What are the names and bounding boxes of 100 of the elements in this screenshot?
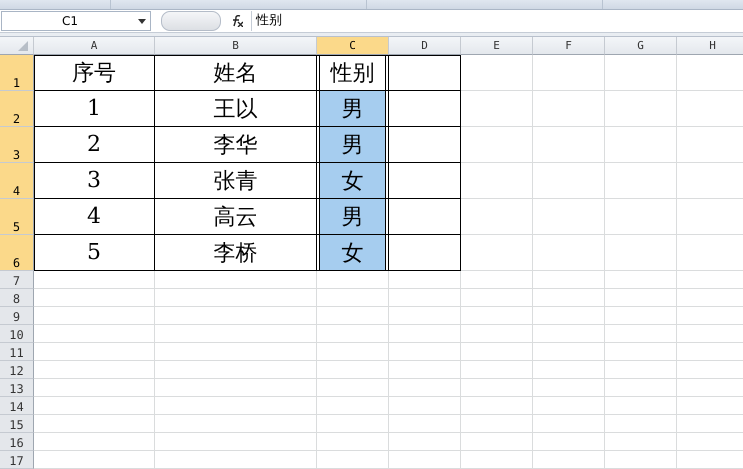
table-cell: 姓名: [155, 55, 317, 91]
empty-cell: [317, 325, 389, 343]
empty-cell: [605, 415, 677, 433]
caret-icon[interactable]: [138, 19, 146, 24]
row-header[interactable]: 15: [0, 415, 34, 433]
empty-cell: [605, 379, 677, 397]
empty-cell: [317, 307, 389, 325]
empty-cell: [605, 343, 677, 361]
empty-cell: [389, 271, 461, 289]
row-header[interactable]: 4: [0, 163, 34, 199]
column-header[interactable]: C: [317, 37, 389, 55]
table-cell: 女: [317, 235, 389, 271]
empty-cell: [461, 361, 533, 379]
table-cell: 5: [34, 235, 155, 271]
empty-cell: [389, 289, 461, 307]
row-header[interactable]: 11: [0, 343, 34, 361]
empty-cell: [389, 307, 461, 325]
empty-cell: [533, 433, 605, 451]
table-cell: 2: [34, 127, 155, 163]
empty-cell: [461, 289, 533, 307]
empty-cell: [317, 271, 389, 289]
table-cell: 3: [34, 163, 155, 199]
empty-cell: [533, 451, 605, 469]
empty-cell: [533, 289, 605, 307]
row-header[interactable]: 7: [0, 271, 34, 289]
empty-cell: [533, 163, 605, 199]
empty-cell: [533, 379, 605, 397]
row-header[interactable]: 13: [0, 379, 34, 397]
empty-cell: [317, 289, 389, 307]
empty-cell: [533, 397, 605, 415]
table-cell: 4: [34, 199, 155, 235]
empty-cell: [317, 397, 389, 415]
empty-cell: [605, 433, 677, 451]
row-header[interactable]: 1: [0, 55, 34, 91]
column-header[interactable]: D: [389, 37, 461, 55]
empty-cell: [461, 325, 533, 343]
row-header[interactable]: 6: [0, 235, 34, 271]
empty-cell: [533, 361, 605, 379]
empty-cell: [533, 235, 605, 271]
empty-cell: [461, 235, 533, 271]
empty-cell: [461, 397, 533, 415]
row-header[interactable]: 17: [0, 451, 34, 469]
empty-cell: [389, 325, 461, 343]
empty-cell: [461, 163, 533, 199]
row-header[interactable]: 8: [0, 289, 34, 307]
empty-cell: [605, 307, 677, 325]
empty-cell: [605, 289, 677, 307]
empty-cell: [317, 343, 389, 361]
column-header[interactable]: E: [461, 37, 533, 55]
empty-cell: [605, 361, 677, 379]
empty-cell: [389, 343, 461, 361]
column-header[interactable]: H: [677, 37, 743, 55]
empty-cell: [461, 55, 533, 91]
row-header[interactable]: 2: [0, 91, 34, 127]
empty-cell: [533, 325, 605, 343]
empty-cell: [605, 199, 677, 235]
row-header[interactable]: 3: [0, 127, 34, 163]
formula-bar-grip[interactable]: [161, 11, 221, 31]
row-header[interactable]: 5: [0, 199, 34, 235]
empty-cell: [461, 379, 533, 397]
empty-cell: [605, 55, 677, 91]
empty-cell: [461, 127, 533, 163]
row-header[interactable]: 12: [0, 361, 34, 379]
row-header[interactable]: 16: [0, 433, 34, 451]
formula-field[interactable]: 性别: [251, 11, 743, 31]
empty-cell: [605, 325, 677, 343]
empty-cell: [605, 271, 677, 289]
empty-cell: [605, 91, 677, 127]
row-header[interactable]: 14: [0, 397, 34, 415]
empty-cell: [461, 415, 533, 433]
empty-cell: [317, 361, 389, 379]
name-box[interactable]: C1: [1, 11, 151, 31]
empty-cell: [533, 91, 605, 127]
empty-cell: [533, 415, 605, 433]
table-cell: 女: [317, 163, 389, 199]
empty-cell: [317, 379, 389, 397]
empty-cell: [533, 55, 605, 91]
empty-cell: [461, 433, 533, 451]
empty-cell: [317, 451, 389, 469]
empty-cell: [461, 199, 533, 235]
empty-cell: [461, 307, 533, 325]
table-cell: 1: [34, 91, 155, 127]
table-cell: 男: [317, 127, 389, 163]
empty-cell: [533, 127, 605, 163]
empty-cell: [389, 379, 461, 397]
empty-cell: [389, 415, 461, 433]
row-header[interactable]: 10: [0, 325, 34, 343]
row-header[interactable]: 9: [0, 307, 34, 325]
table-cell: 男: [317, 91, 389, 127]
empty-cell: [389, 451, 461, 469]
column-header[interactable]: G: [605, 37, 677, 55]
empty-cell: [605, 127, 677, 163]
empty-cell: [389, 397, 461, 415]
empty-cell: [605, 397, 677, 415]
empty-cell: [533, 307, 605, 325]
empty-cell: [533, 271, 605, 289]
column-header[interactable]: B: [155, 37, 317, 55]
column-header[interactable]: F: [533, 37, 605, 55]
column-header[interactable]: A: [34, 37, 155, 55]
table-cell: 性别: [317, 55, 389, 91]
